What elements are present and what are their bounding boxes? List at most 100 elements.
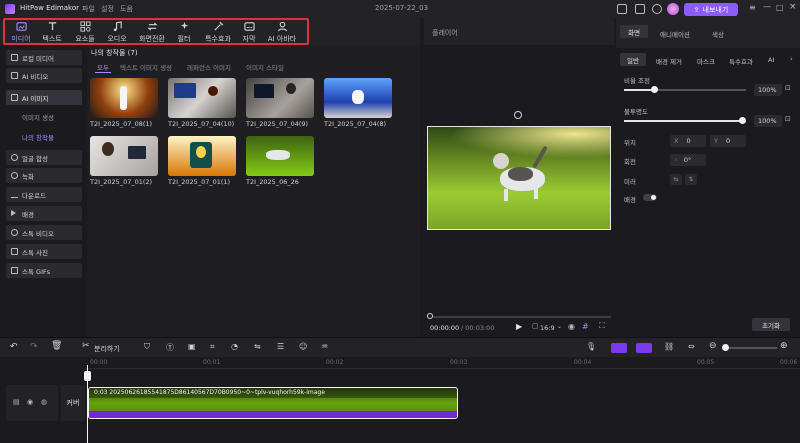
minimize-icon[interactable]: —	[763, 2, 771, 11]
delete-icon[interactable]: 🗑	[51, 341, 62, 351]
grid-icon[interactable]: #	[582, 322, 589, 331]
position-y-input[interactable]: Y0	[710, 135, 746, 147]
media-thumbnail[interactable]	[90, 136, 158, 176]
subtab-mask[interactable]: 마스크	[697, 56, 715, 66]
media-thumbnail[interactable]	[246, 78, 314, 118]
media-thumbnail[interactable]	[168, 136, 236, 176]
zoom-in-icon[interactable]: ⊕	[780, 341, 788, 351]
sidebar-item-stock-photo[interactable]: 스톡 사진	[6, 244, 82, 259]
lock-icon[interactable]: ▤	[13, 398, 20, 406]
preview-canvas[interactable]	[427, 126, 611, 230]
subtab-bg-remove[interactable]: 배경 제거	[656, 56, 682, 66]
menu-settings[interactable]: 설정	[101, 4, 114, 14]
sidebar-item-face-swap[interactable]: 얼굴 합성	[6, 150, 82, 165]
speed-icon[interactable]: ◔	[231, 342, 238, 351]
avatar[interactable]	[667, 3, 679, 15]
toolbar-highlight-box	[3, 18, 309, 45]
aspect-ratio-icon[interactable]: ▢	[532, 322, 539, 330]
opacity-slider[interactable]	[624, 120, 746, 122]
rotate-handle-icon[interactable]	[514, 111, 522, 119]
adjust-icon[interactable]: ☰	[277, 342, 284, 351]
scale-value-input[interactable]: 100%	[754, 84, 782, 96]
tab-color[interactable]: 색상	[712, 29, 724, 39]
maximize-icon[interactable]: □	[776, 3, 784, 12]
export-button[interactable]: ⇪ 내보내기	[684, 3, 738, 16]
menu-file[interactable]: 파일	[82, 4, 95, 14]
scissors-icon[interactable]: ✂	[82, 341, 90, 351]
tab-reference-image[interactable]: 레퍼런스 이미지	[187, 62, 231, 72]
ruler-tick: 00:01	[203, 359, 221, 366]
sidebar-item-record[interactable]: 녹화	[6, 168, 82, 183]
cover-button[interactable]: 커버	[61, 385, 85, 421]
redo-icon[interactable]: ↷	[30, 342, 38, 352]
sidebar-item-background[interactable]: 배경	[6, 206, 82, 221]
flip-horizontal-icon[interactable]: ⇆	[670, 174, 682, 185]
progress-handle[interactable]	[427, 313, 433, 319]
layout-icon[interactable]	[617, 4, 627, 14]
aspect-ratio-value[interactable]: 16:9	[540, 324, 555, 332]
fullscreen-icon[interactable]: ⛶	[599, 321, 605, 331]
zoom-slider[interactable]	[722, 347, 777, 349]
mic-icon[interactable]: 🎙	[586, 342, 596, 351]
marker-icon[interactable]: ⛉	[144, 342, 150, 352]
media-thumbnail[interactable]	[168, 78, 236, 118]
zoom-out-icon[interactable]: ⊖	[709, 341, 717, 351]
video-clip[interactable]: 0:03 20250626185541875D86140567D70B0950~…	[88, 387, 458, 419]
menu-icon[interactable]: ≡	[749, 3, 756, 12]
opacity-slider-handle[interactable]	[739, 117, 746, 124]
sidebar-item-image-generate[interactable]: 이미지 생성	[22, 112, 54, 122]
sidebar-item-my-creations[interactable]: 나의 창작물	[22, 132, 54, 142]
message-icon[interactable]	[635, 4, 645, 14]
subtab-ai[interactable]: AI	[768, 56, 774, 64]
close-icon[interactable]: ×	[789, 2, 797, 12]
mirror-tool-icon[interactable]: ⇋	[254, 342, 261, 351]
menu-help[interactable]: 도움	[120, 4, 133, 14]
play-icon[interactable]: ▶	[516, 322, 522, 331]
subtab-general[interactable]: 일반	[620, 53, 646, 66]
split-label[interactable]: 분리하기	[94, 344, 120, 354]
wave-icon[interactable]: ♒	[321, 342, 328, 351]
opacity-value-input[interactable]: 100%	[754, 115, 782, 127]
progress-track[interactable]	[427, 316, 611, 318]
mute-icon[interactable]: ◍	[41, 398, 47, 406]
rotate-input[interactable]: ◦ 0°	[670, 154, 706, 166]
sidebar-item-ai-image[interactable]: AI 이미지	[6, 90, 82, 105]
media-thumbnail[interactable]	[90, 78, 158, 118]
link-button[interactable]	[636, 343, 652, 353]
tab-image-style[interactable]: 이미지 스타일	[246, 62, 284, 72]
opacity-link-icon[interactable]: ⊡	[785, 115, 791, 123]
undo-icon[interactable]: ↶	[10, 342, 18, 352]
freeze-icon[interactable]: ▣	[188, 342, 196, 351]
sidebar-item-stock-video[interactable]: 스톡 비디오	[6, 225, 82, 240]
tab-all[interactable]: 모두	[97, 62, 109, 72]
link-icon[interactable]: ⛓	[664, 342, 674, 351]
flip-vertical-icon[interactable]: ⇅	[685, 174, 697, 185]
fit-icon[interactable]: ⇔	[688, 342, 695, 351]
zoom-slider-handle[interactable]	[722, 344, 729, 351]
background-toggle[interactable]	[643, 194, 657, 201]
sidebar-item-ai-video[interactable]: AI 비디오	[6, 68, 82, 83]
sidebar-item-download[interactable]: 다운로드	[6, 187, 82, 202]
media-thumbnail[interactable]	[246, 136, 314, 176]
text-tool-icon[interactable]: Ⓣ	[166, 342, 174, 353]
download-icon[interactable]	[652, 4, 662, 14]
tab-animation[interactable]: 애니메이션	[660, 29, 690, 39]
eye-icon[interactable]: ◉	[27, 398, 33, 406]
crop-icon[interactable]: ⌗	[210, 342, 215, 352]
sidebar-item-local-media[interactable]: 로컬 미디어	[6, 50, 82, 65]
tab-screen[interactable]: 화면	[620, 25, 648, 38]
chevron-right-icon[interactable]: ›	[790, 55, 793, 63]
position-x-input[interactable]: X0	[670, 135, 706, 147]
magnet-button[interactable]	[611, 343, 627, 353]
snapshot-icon[interactable]: ◉	[568, 322, 575, 331]
subtab-effects[interactable]: 특수효과	[729, 56, 753, 66]
person-icon[interactable]: ☺	[299, 342, 307, 351]
scale-slider-handle[interactable]	[651, 86, 658, 93]
reset-button[interactable]: 초기화	[752, 318, 790, 331]
tab-text-to-image[interactable]: 텍스트 이미지 생성	[120, 62, 172, 72]
chevron-down-icon[interactable]: ⌄	[557, 323, 562, 330]
scale-link-icon[interactable]: ⊡	[785, 84, 791, 92]
media-thumbnail[interactable]	[324, 78, 392, 118]
sidebar-item-stock-gifs[interactable]: 스톡 GIFs	[6, 263, 82, 278]
playhead-handle[interactable]	[84, 371, 91, 381]
